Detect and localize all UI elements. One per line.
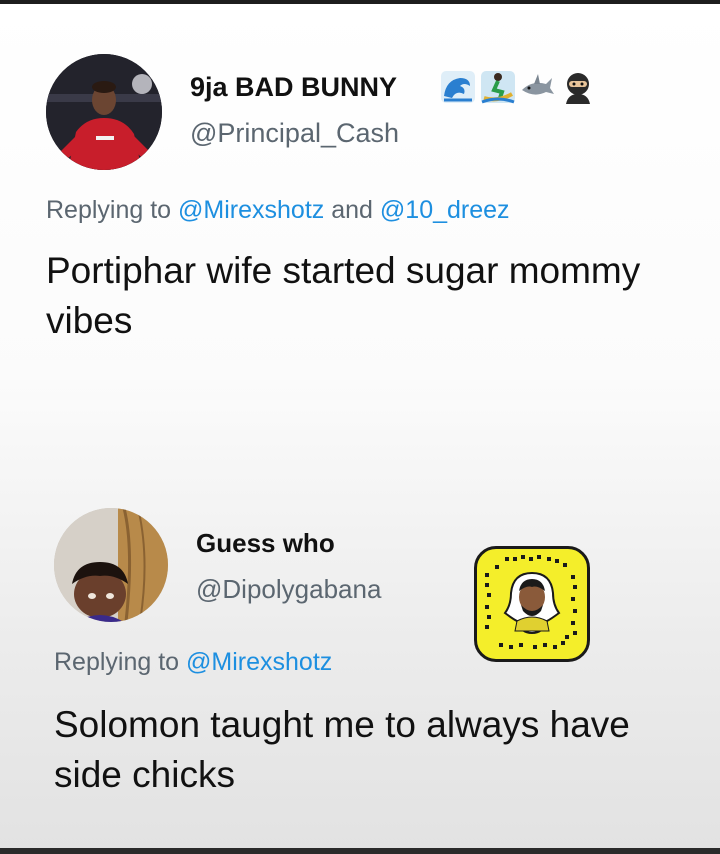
user-handle[interactable]: @Dipolygabana [196, 574, 381, 605]
snapcode-icon[interactable] [474, 546, 590, 662]
name-emojis [440, 70, 596, 104]
replying-joiner: and [331, 196, 373, 224]
mention-link[interactable]: @Mirexshotz [186, 648, 332, 676]
replying-to: Replying to @Mirexshotz and @10_dreez [46, 196, 510, 225]
user-handle[interactable]: @Principal_Cash [190, 118, 399, 149]
tweet-text: Solomon taught me to always have side ch… [54, 704, 630, 795]
top-border [0, 0, 720, 4]
avatar[interactable] [54, 508, 168, 622]
replying-prefix: Replying to [54, 648, 180, 676]
display-name[interactable]: 9ja BAD BUNNY [190, 72, 397, 103]
replying-to: Replying to @Mirexshotz [54, 648, 332, 677]
display-name[interactable]: Guess who [196, 528, 335, 559]
mention-link[interactable]: @10_dreez [380, 196, 510, 224]
shark-icon [520, 70, 556, 104]
ninja-icon [560, 70, 596, 104]
tweet-text: Portiphar wife started sugar mommy vibes [46, 250, 641, 341]
surfer-icon [480, 70, 516, 104]
mention-link[interactable]: @Mirexshotz [178, 196, 324, 224]
bottom-border [0, 848, 720, 854]
avatar[interactable] [46, 54, 162, 170]
wave-icon [440, 70, 476, 104]
replying-prefix: Replying to [46, 196, 172, 224]
